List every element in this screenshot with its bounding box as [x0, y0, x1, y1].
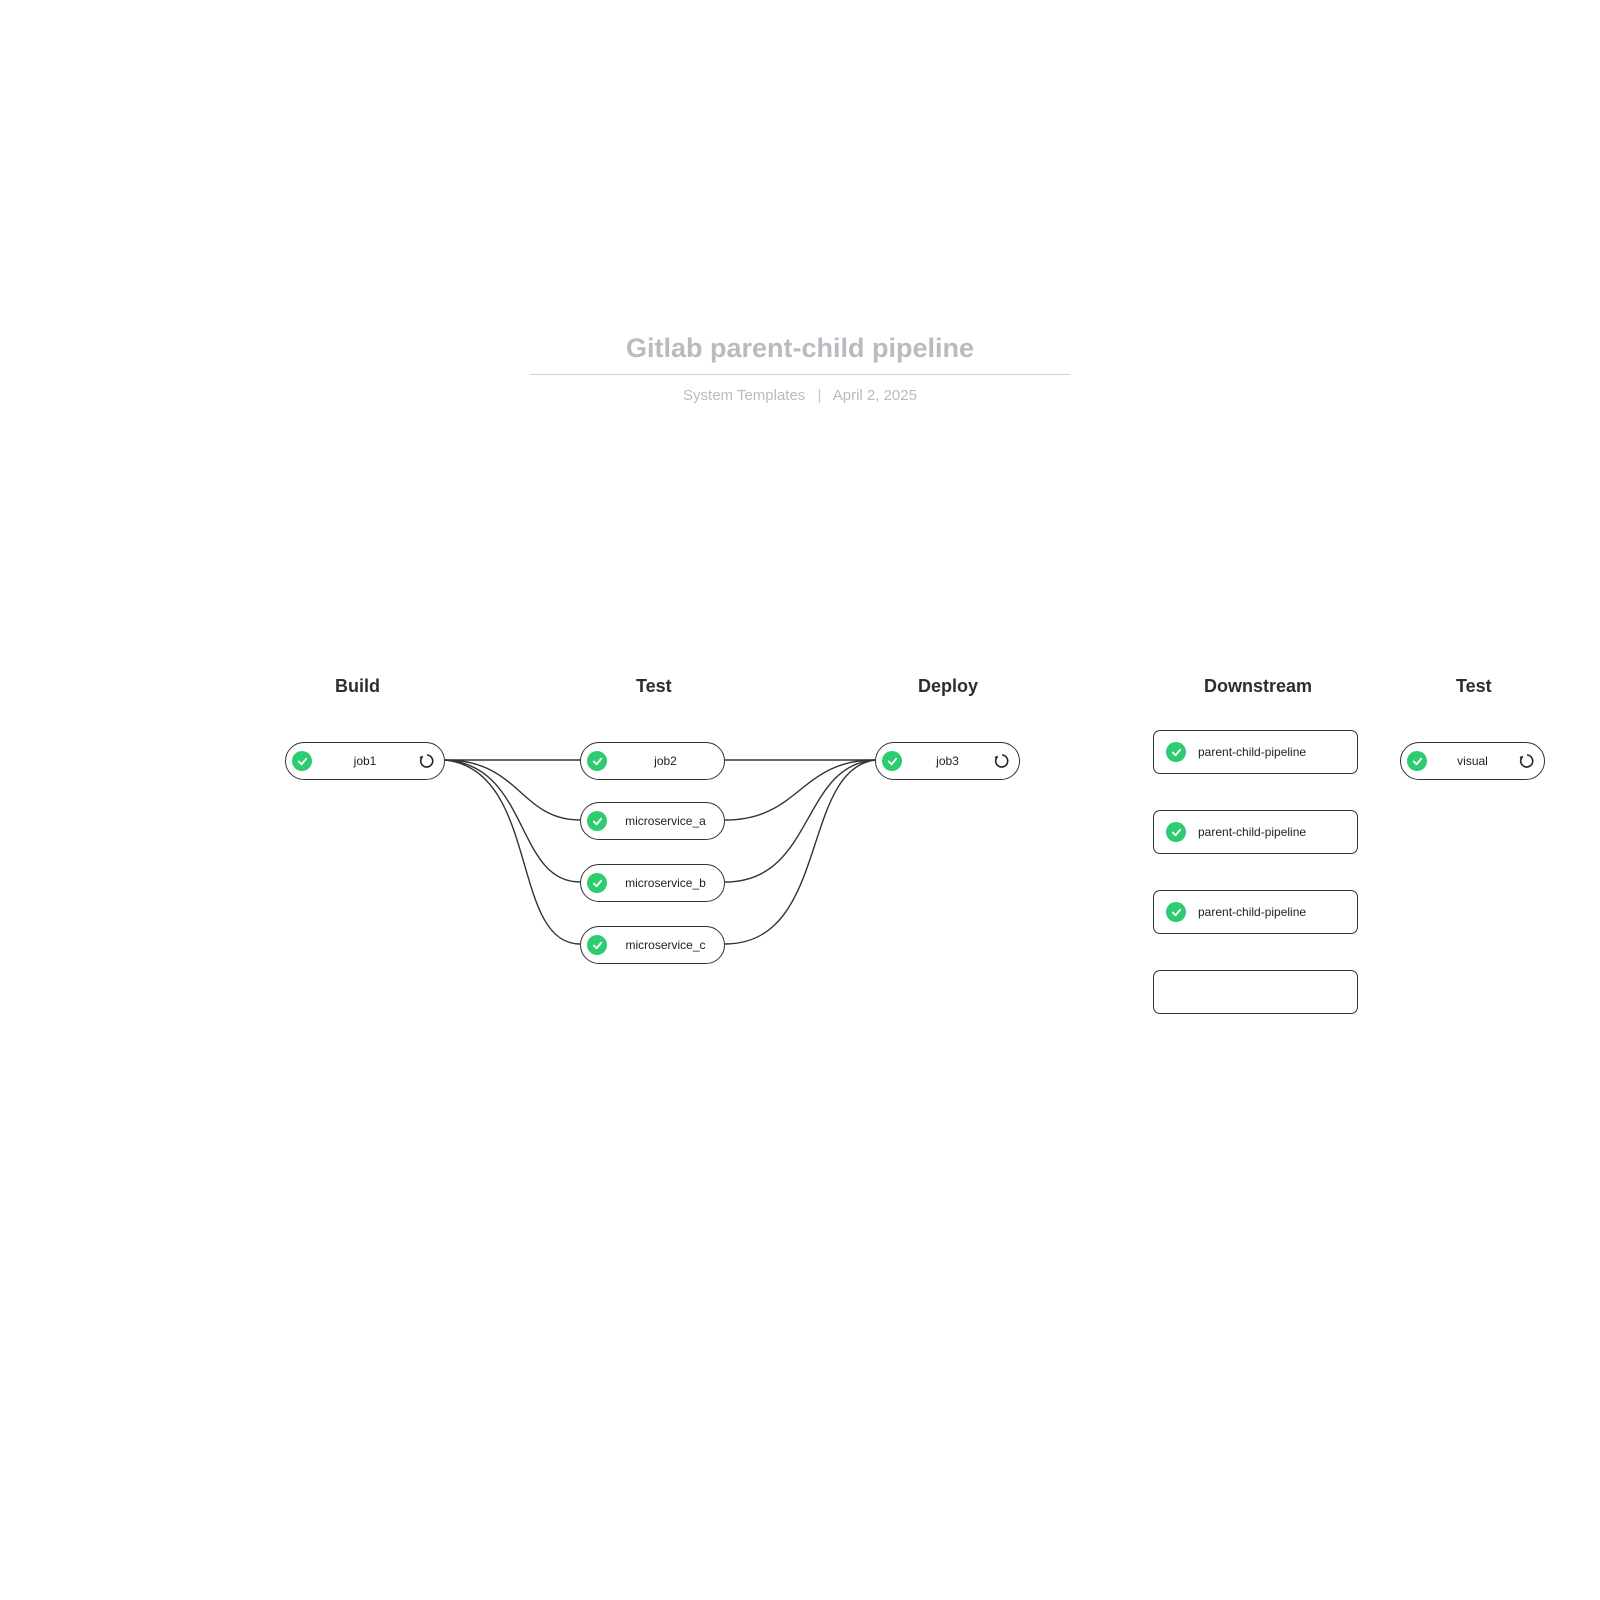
job-label: microservice_b — [615, 876, 716, 890]
diagram-header: Gitlab parent-child pipeline System Temp… — [530, 333, 1070, 404]
downstream-label: parent-child-pipeline — [1198, 745, 1306, 759]
check-icon — [882, 751, 902, 771]
check-icon — [587, 751, 607, 771]
job-node-visual[interactable]: visual — [1400, 742, 1545, 780]
downstream-label: parent-child-pipeline — [1198, 825, 1306, 839]
job-node-microservice-a[interactable]: microservice_a — [580, 802, 725, 840]
job-label: job1 — [320, 754, 410, 768]
pipeline-diagram: Build Test Deploy Downstream Test job1 j… — [260, 660, 1600, 1080]
check-icon — [1407, 751, 1427, 771]
job-node-job2[interactable]: job2 — [580, 742, 725, 780]
check-icon — [587, 811, 607, 831]
job-label: microservice_c — [615, 938, 716, 952]
job-label: job3 — [910, 754, 985, 768]
template-date: April 2, 2025 — [833, 387, 917, 404]
downstream-label: parent-child-pipeline — [1198, 905, 1306, 919]
job-node-microservice-b[interactable]: microservice_b — [580, 864, 725, 902]
template-source: System Templates — [683, 387, 805, 404]
downstream-card-1[interactable]: parent-child-pipeline — [1153, 730, 1358, 774]
job-node-job3[interactable]: job3 — [875, 742, 1020, 780]
diagram-title: Gitlab parent-child pipeline — [530, 333, 1070, 375]
downstream-card-3[interactable]: parent-child-pipeline — [1153, 890, 1358, 934]
job-node-job1[interactable]: job1 — [285, 742, 445, 780]
diagram-subtitle: System Templates | April 2, 2025 — [530, 387, 1070, 404]
stage-header-test: Test — [636, 676, 672, 697]
job-label: job2 — [615, 754, 716, 768]
connector-lines — [260, 660, 1600, 1080]
downstream-card-4[interactable] — [1153, 970, 1358, 1014]
retry-icon[interactable] — [993, 752, 1011, 770]
downstream-card-2[interactable]: parent-child-pipeline — [1153, 810, 1358, 854]
job-label: microservice_a — [615, 814, 716, 828]
check-icon — [1166, 742, 1186, 762]
stage-header-build: Build — [335, 676, 380, 697]
subtitle-divider: | — [817, 387, 821, 404]
job-node-microservice-c[interactable]: microservice_c — [580, 926, 725, 964]
retry-icon[interactable] — [418, 752, 436, 770]
check-icon — [587, 935, 607, 955]
stage-header-deploy: Deploy — [918, 676, 978, 697]
stage-header-downstream: Downstream — [1204, 676, 1312, 697]
check-icon — [1166, 822, 1186, 842]
check-icon — [587, 873, 607, 893]
job-label: visual — [1435, 754, 1510, 768]
check-icon — [292, 751, 312, 771]
check-icon — [1166, 902, 1186, 922]
retry-icon[interactable] — [1518, 752, 1536, 770]
stage-header-test2: Test — [1456, 676, 1492, 697]
